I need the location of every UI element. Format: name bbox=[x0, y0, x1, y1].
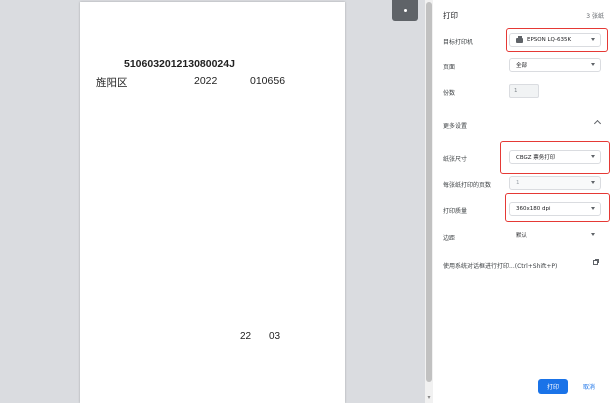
chevron-down-icon bbox=[591, 181, 595, 184]
paper-size-highlight-box bbox=[500, 141, 610, 174]
print-preview-area: 510603201213080024J 旌阳区 2022 010656 22 0… bbox=[0, 0, 425, 403]
print-settings-panel: 打印 3 张纸 目标打印机 EPSON LQ-635K 页面 全部 份数 1 更… bbox=[433, 0, 612, 403]
number-text: 010656 bbox=[250, 75, 286, 87]
chevron-down-icon bbox=[591, 63, 595, 66]
dot-icon bbox=[403, 9, 407, 12]
margins-value: 默认 bbox=[516, 233, 528, 239]
destination-highlight-box bbox=[506, 28, 608, 52]
panel-title: 打印 bbox=[443, 11, 458, 20]
pages-per-sheet-value: 1 bbox=[516, 180, 520, 186]
pages-value: 全部 bbox=[516, 63, 528, 69]
print-button[interactable]: 打印 bbox=[538, 379, 568, 394]
system-dialog-link[interactable]: 使用系统对话框进行打印...(Ctrl+Shift+P) bbox=[443, 261, 557, 270]
scrollbar-thumb[interactable] bbox=[426, 2, 432, 382]
date-day-text: 22 bbox=[240, 331, 252, 342]
year-text: 2022 bbox=[194, 75, 218, 87]
open-external-icon[interactable] bbox=[593, 259, 599, 265]
margins-label: 边距 bbox=[443, 235, 456, 242]
chevron-up-icon[interactable] bbox=[593, 119, 602, 128]
cancel-button[interactable]: 取消 bbox=[575, 379, 603, 394]
pages-label: 页面 bbox=[443, 64, 456, 71]
copies-input[interactable]: 1 bbox=[509, 84, 539, 98]
panel-toggle-button[interactable] bbox=[392, 0, 418, 21]
quality-label: 打印质量 bbox=[443, 208, 468, 215]
chevron-down-icon bbox=[591, 233, 595, 236]
scroll-down-icon[interactable]: ▾ bbox=[426, 395, 432, 401]
invoice-code: 510603201213080024J bbox=[124, 58, 235, 70]
paper-size-label: 纸张尺寸 bbox=[443, 156, 468, 163]
pages-select[interactable]: 全部 bbox=[509, 58, 601, 72]
destination-label: 目标打印机 bbox=[443, 39, 474, 46]
copies-value: 1 bbox=[514, 88, 518, 94]
district-text: 旌阳区 bbox=[96, 77, 128, 89]
date-month-text: 03 bbox=[269, 331, 281, 342]
preview-page: 510603201213080024J 旌阳区 2022 010656 22 0… bbox=[80, 2, 345, 403]
pages-per-sheet-select[interactable]: 1 bbox=[509, 176, 601, 190]
more-settings-label[interactable]: 更多设置 bbox=[443, 121, 467, 130]
margins-select[interactable]: 默认 bbox=[509, 228, 601, 242]
copies-label: 份数 bbox=[443, 90, 456, 97]
quality-highlight-box bbox=[505, 193, 610, 222]
pages-per-sheet-label: 每张纸打印的页数 bbox=[443, 182, 492, 189]
sheet-count: 3 张纸 bbox=[586, 13, 604, 20]
